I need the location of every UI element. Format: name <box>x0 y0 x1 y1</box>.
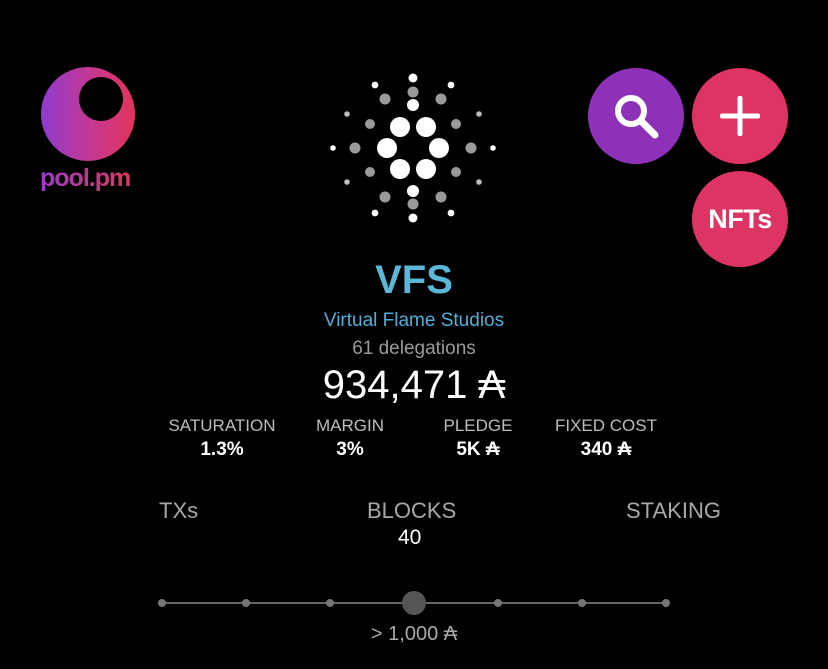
slider-step-dot[interactable] <box>326 599 334 607</box>
slider-step-dot[interactable] <box>158 599 166 607</box>
live-stake: 934,471 ₳ <box>322 363 506 407</box>
slider-step-dot[interactable] <box>662 599 670 607</box>
tab-staking[interactable]: STAKING <box>626 498 721 524</box>
search-button[interactable] <box>588 68 684 164</box>
slider-value-label: > 1,000 ₳ <box>370 623 458 645</box>
add-button[interactable] <box>692 68 788 164</box>
plus-icon <box>720 96 760 136</box>
pool-ticker: VFS <box>375 258 453 302</box>
cardano-logo-icon <box>330 73 496 223</box>
blocks-count: 40 <box>398 526 422 549</box>
nfts-button[interactable]: NFTs <box>692 171 788 267</box>
slider-handle[interactable] <box>402 591 426 615</box>
pool-name[interactable]: Virtual Flame Studios <box>0 310 828 332</box>
stake-filter-slider[interactable] <box>150 585 680 621</box>
stat-fixed-cost: FIXED COST 340 ₳ <box>526 416 686 461</box>
slider-step-dot[interactable] <box>578 599 586 607</box>
delegations-count: 61 delegations <box>352 338 476 359</box>
tab-txs[interactable]: TXs <box>159 498 198 524</box>
logo-mark <box>41 67 135 161</box>
stat-value: 340 ₳ <box>580 439 632 460</box>
search-icon <box>615 95 659 139</box>
slider-step-dot[interactable] <box>242 599 250 607</box>
nfts-button-label: NFTs <box>708 203 772 234</box>
tab-blocks[interactable]: BLOCKS <box>367 498 456 524</box>
slider-step-dot[interactable] <box>494 599 502 607</box>
logo-text: pool.pm <box>40 164 131 192</box>
stat-label: FIXED COST <box>554 416 657 435</box>
